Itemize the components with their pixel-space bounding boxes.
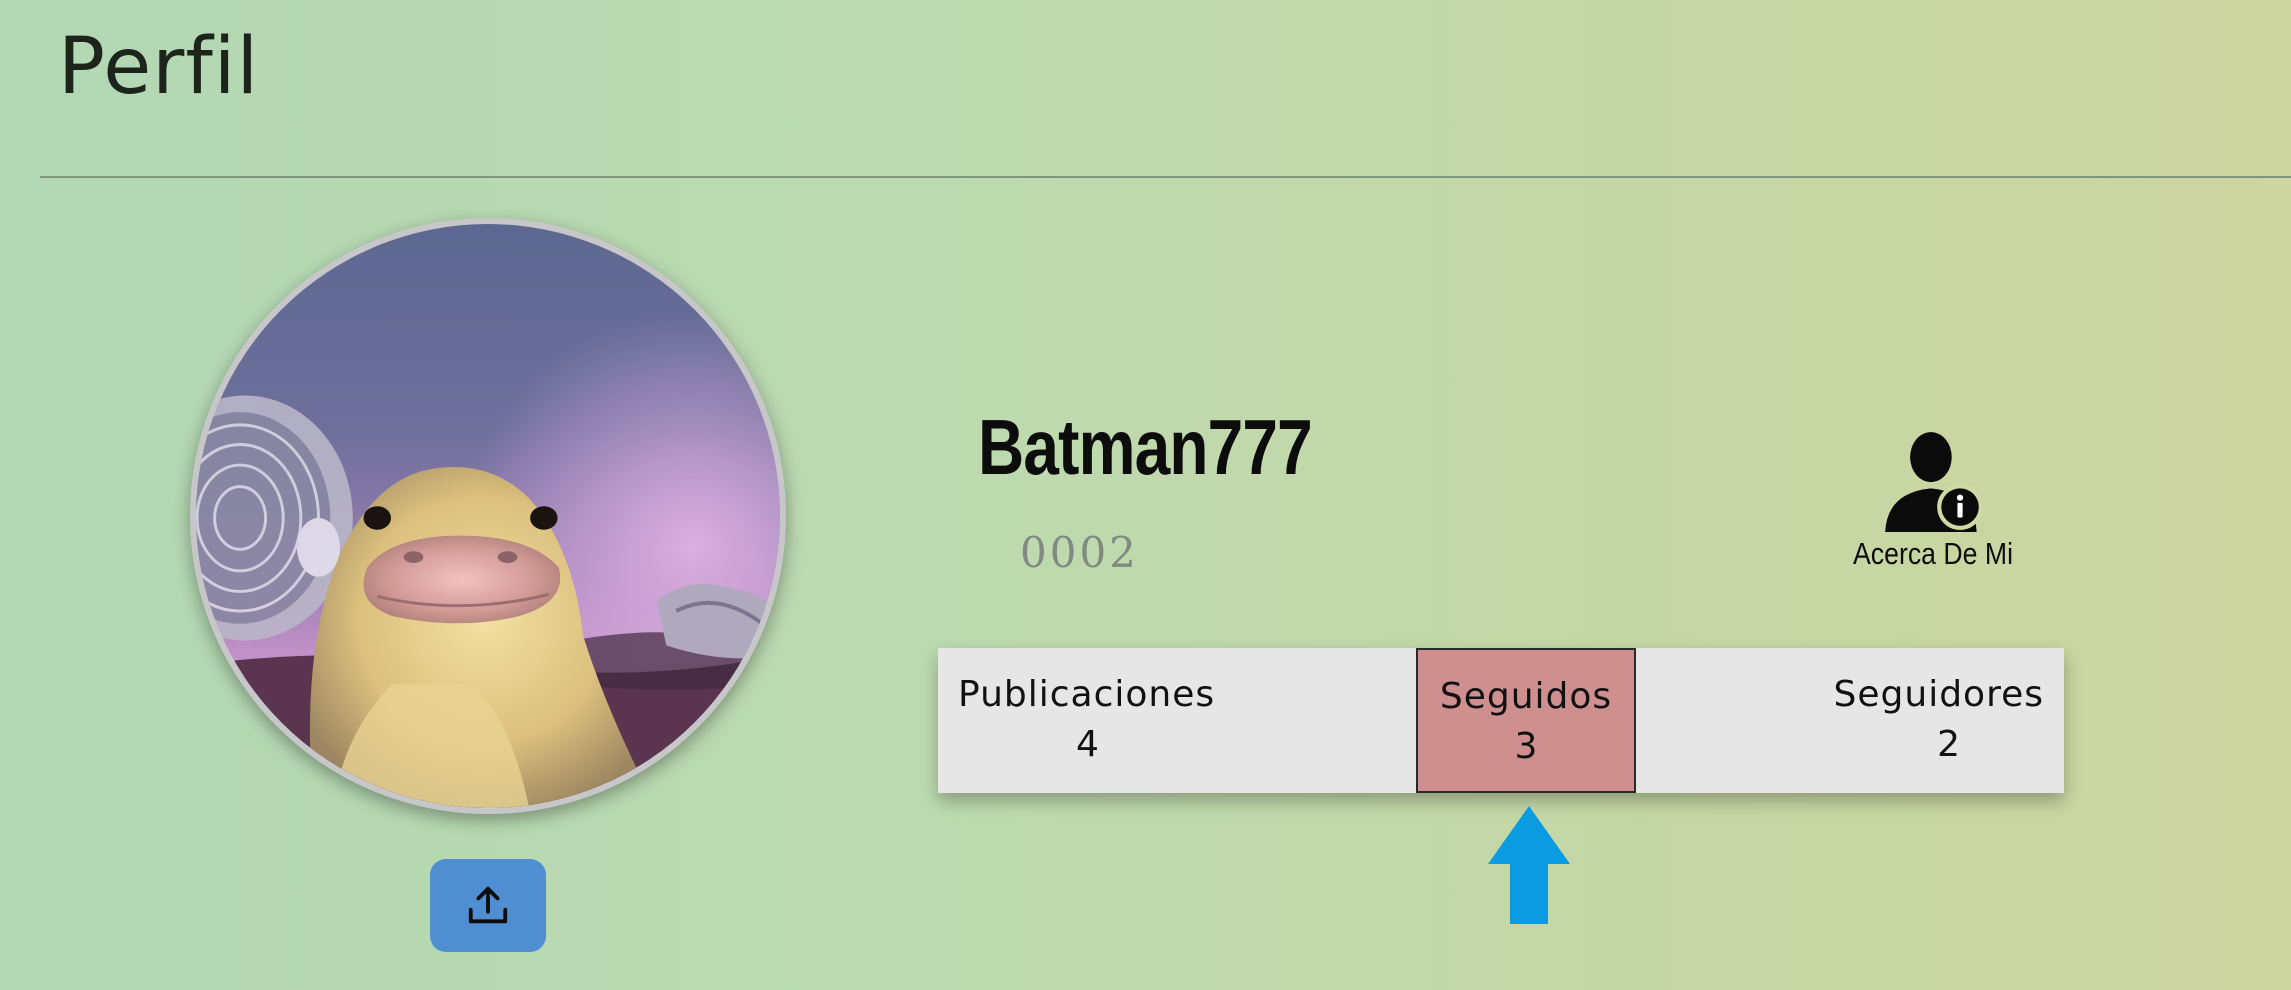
header-divider (40, 176, 2291, 178)
stat-seguidos-value: 3 (1514, 726, 1538, 767)
user-info-icon (1885, 432, 1983, 532)
stat-seguidos[interactable]: Seguidos 3 (1416, 648, 1636, 793)
arrow-up-icon (1488, 806, 1570, 924)
upload-photo-button[interactable] (430, 859, 546, 952)
page-title: Perfil (58, 22, 260, 112)
profile-avatar (190, 218, 786, 814)
duckling-photo (196, 224, 780, 808)
stat-publicaciones[interactable]: Publicaciones 4 (938, 648, 1416, 793)
stats-bar: Publicaciones 4 Seguidos 3 Seguidores 2 (938, 648, 2064, 793)
stat-seguidores[interactable]: Seguidores 2 (1636, 648, 2064, 793)
about-me-label: Acerca De Mi (1853, 536, 2014, 571)
profile-username: Batman777 (978, 403, 1313, 491)
stat-seguidores-label: Seguidores (1833, 674, 2044, 715)
stat-publicaciones-value: 4 (1076, 724, 1099, 765)
about-me-button[interactable]: Acerca De Mi (1840, 428, 2026, 572)
stat-seguidos-label: Seguidos (1439, 676, 1613, 717)
stat-publicaciones-label: Publicaciones (958, 674, 1216, 715)
upload-icon (468, 886, 508, 923)
stat-seguidores-value: 2 (1937, 724, 1960, 765)
profile-user-id: 0002 (1020, 528, 1139, 577)
